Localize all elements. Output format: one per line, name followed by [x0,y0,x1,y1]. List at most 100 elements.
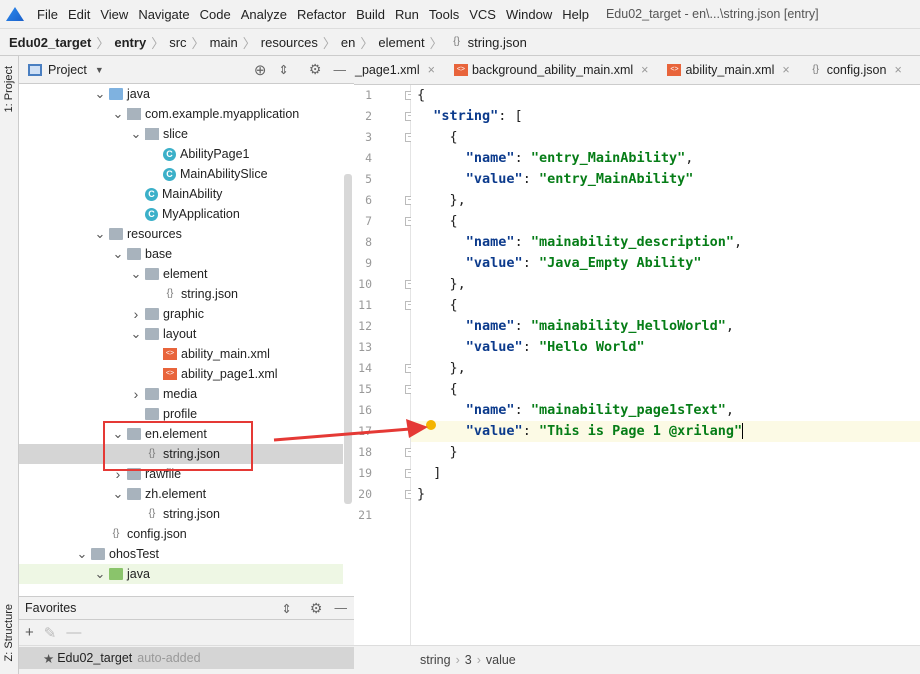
structure-path-item[interactable]: 3 [465,653,472,667]
chevron-down-icon[interactable]: ⌄ [93,567,107,580]
close-icon[interactable]: × [428,63,435,77]
package-icon [145,128,159,140]
chevron-down-icon[interactable]: ⌄ [111,487,125,500]
breadcrumb-item[interactable]: element [378,35,424,50]
gear-icon[interactable]: ⚙ [310,600,323,617]
structure-tool-tab[interactable]: Z: Structure [3,604,15,661]
menu-file[interactable]: File [32,7,63,22]
tree-item[interactable]: ⌄ ohosTest [19,544,343,564]
tree-item[interactable]: <> ability_page1.xml [19,364,343,384]
breadcrumb-item[interactable]: entry [114,35,146,50]
chevron-down-icon[interactable]: ⌄ [129,327,143,340]
tree-item[interactable]: C MainAbility [19,184,343,204]
breadcrumb-item[interactable]: resources [261,35,318,50]
minimize-icon[interactable]: — [333,63,346,77]
menu-vcs[interactable]: VCS [464,7,501,22]
chevron-right-icon: 〉 [191,35,205,51]
edit-icon[interactable]: ✎ [44,624,57,642]
structure-path-item[interactable]: string [420,653,451,667]
menu-run[interactable]: Run [390,7,424,22]
menu-edit[interactable]: Edit [63,7,95,22]
breadcrumb-item[interactable]: en [341,35,355,50]
menu-build[interactable]: Build [351,7,390,22]
breadcrumb-item[interactable]: main [210,35,238,50]
editor-tab[interactable]: <> background_ability_main.xml × [443,63,657,77]
chevron-down-icon[interactable]: ▼ [95,65,104,75]
locate-icon[interactable]: ⊕ [254,61,267,79]
tree-item[interactable]: ⌄ element [19,264,343,284]
chevron-down-icon[interactable]: ⌄ [129,267,143,280]
tree-item-label: ohosTest [109,547,160,561]
folder-icon [145,308,159,320]
chevron-right-icon[interactable]: › [129,306,143,322]
menu-analyze[interactable]: Analyze [236,7,292,22]
chevron-down-icon[interactable]: ⌄ [75,547,89,560]
collapse-all-icon[interactable]: ⇕ [278,62,288,77]
tree-item[interactable]: C MainAbilitySlice [19,164,343,184]
menu-window[interactable]: Window [501,7,557,22]
line-number: 10 [358,277,372,291]
tree-item[interactable]: › graphic [19,304,343,324]
editor-tab[interactable]: <> ability_main.xml × [656,63,797,77]
remove-icon[interactable]: — [66,624,81,641]
line-number: 8 [365,235,372,249]
tree-item-label: string.json [181,287,238,301]
tree-item[interactable]: ⌄ zh.element [19,484,343,504]
breadcrumb: Edu02_target 〉 entry 〉 src 〉 main 〉 resources 〉 en… [0,28,920,56]
project-view-selector[interactable]: Project [48,63,87,77]
favorites-item[interactable]: ★ Edu02_target auto-added [19,647,354,669]
chevron-down-icon[interactable]: ⌄ [111,247,125,260]
chevron-down-icon[interactable]: ⌄ [93,87,107,100]
tree-item[interactable]: {} string.json [19,504,343,524]
tree-item[interactable]: {} string.json [19,284,343,304]
tree-item[interactable]: <> ability_main.xml [19,344,343,364]
breadcrumb-item[interactable]: src [169,35,186,50]
tree-item[interactable]: ⌄ base [19,244,343,264]
collapse-all-icon[interactable]: ⇕ [281,601,291,616]
chevron-down-icon[interactable]: ⌄ [129,127,143,140]
menu-tools[interactable]: Tools [424,7,464,22]
tree-item[interactable]: C MyApplication [19,204,343,224]
minimize-icon[interactable]: — [334,601,347,615]
add-icon[interactable]: + [25,624,34,641]
tree-item[interactable]: ⌄ layout [19,324,343,344]
code-line: }, [417,360,466,376]
tree-item-label: ability_main.xml [181,347,270,361]
folder-icon [145,388,159,400]
chevron-right-icon: › [476,653,481,667]
menu-refactor[interactable]: Refactor [292,7,351,22]
close-icon[interactable]: × [641,63,648,77]
tab-label: ability_main.xml [685,63,775,77]
menu-help[interactable]: Help [557,7,594,22]
code-line: { [417,213,458,229]
chevron-down-icon[interactable]: ⌄ [93,227,107,240]
line-number: 7 [365,214,372,228]
menu-view[interactable]: View [95,7,133,22]
project-tool-tab[interactable]: 1: Project [3,66,15,112]
editor-tab[interactable]: {} config.json × [798,63,910,77]
folder-icon [145,268,159,280]
tree-item[interactable]: › media [19,384,343,404]
close-icon[interactable]: × [894,63,901,77]
tree-item[interactable]: ⌄ slice [19,124,343,144]
tree-item[interactable]: ⌄ com.example.myapplication [19,104,343,124]
tree-item[interactable]: {} config.json [19,524,343,544]
menu-code[interactable]: Code [195,7,236,22]
tree-item[interactable]: ⌄ resources [19,224,343,244]
breadcrumb-item[interactable]: Edu02_target [9,35,91,50]
chevron-down-icon[interactable]: ⌄ [111,107,125,120]
breadcrumb-item[interactable]: string.json [468,35,527,50]
code-editor[interactable]: { "string": [ { "name": "entry_MainAbili… [411,85,920,645]
editor-tab[interactable]: _page1.xml × [354,63,443,77]
structure-path-item[interactable]: value [486,653,516,667]
menu-navigate[interactable]: Navigate [133,7,194,22]
tree-item[interactable]: C AbilityPage1 [19,144,343,164]
chevron-right-icon[interactable]: › [129,386,143,402]
tree-item[interactable]: ⌄ java [19,564,343,584]
line-number-gutter: 1−2−3−4 5 6−7−8 9 10−11−12 13 14−15−16 17 18−19−… [354,85,414,645]
tree-item[interactable]: ⌄ java [19,84,343,104]
line-number: 3 [365,130,372,144]
gear-icon[interactable]: ⚙ [309,61,322,78]
code-line: ] [417,465,442,481]
close-icon[interactable]: × [782,63,789,77]
